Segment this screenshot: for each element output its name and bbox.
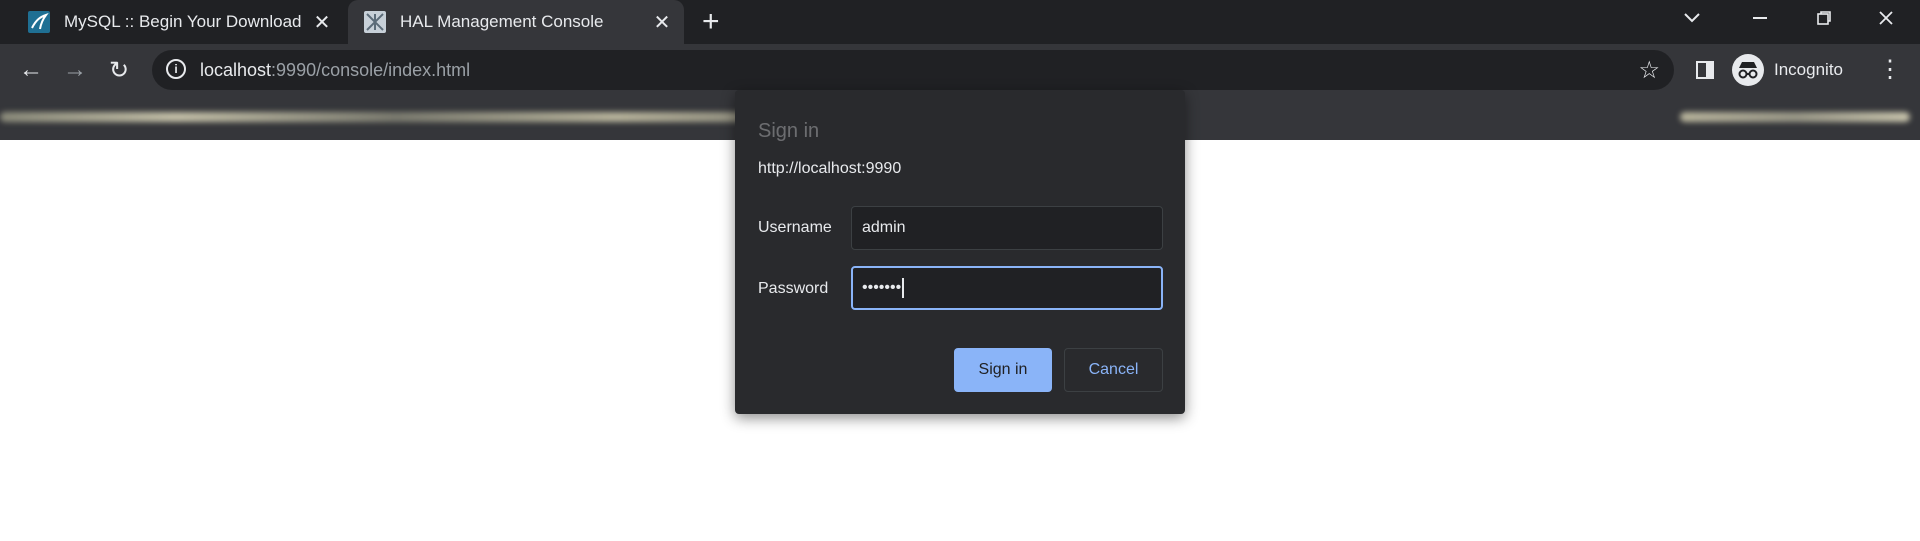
text-caret — [902, 277, 905, 298]
hal-console-icon — [364, 11, 386, 33]
tab-mysql-download[interactable]: MySQL :: Begin Your Download ✕ — [14, 0, 344, 44]
incognito-indicator[interactable]: Incognito — [1732, 48, 1843, 92]
new-tab-button[interactable]: + — [702, 6, 720, 38]
cancel-button[interactable]: Cancel — [1064, 348, 1163, 392]
incognito-icon — [1732, 54, 1764, 86]
address-bar[interactable]: i localhost:9990/console/index.html ☆ — [152, 50, 1674, 90]
browser-toolbar: ← → ↻ i localhost:9990/console/index.htm… — [0, 44, 1920, 96]
url-path: :9990/console/index.html — [271, 60, 471, 80]
close-tab-icon[interactable]: ✕ — [308, 10, 336, 35]
side-panel-icon[interactable] — [1696, 61, 1714, 79]
password-value: ••••••• — [862, 279, 902, 296]
sign-in-dialog: Sign in http://localhost:9990 Username a… — [735, 90, 1185, 414]
tab-hal-console[interactable]: HAL Management Console ✕ — [348, 0, 684, 44]
url-text[interactable]: localhost:9990/console/index.html — [200, 60, 470, 81]
blurred-bookmarks-right — [1680, 112, 1910, 122]
bookmark-star-icon[interactable]: ☆ — [1638, 56, 1660, 85]
username-value: admin — [862, 219, 906, 236]
close-tab-icon[interactable]: ✕ — [648, 10, 676, 35]
username-field[interactable]: admin — [851, 206, 1163, 250]
dialog-title: Sign in — [758, 120, 820, 142]
browser-menu-icon[interactable]: ⋮ — [1878, 56, 1902, 84]
tab-title: MySQL :: Begin Your Download — [64, 12, 302, 31]
username-label: Username — [758, 219, 832, 236]
minimize-icon[interactable] — [1732, 0, 1788, 36]
restore-icon[interactable] — [1796, 0, 1852, 36]
url-host: localhost — [200, 60, 272, 80]
incognito-label: Incognito — [1774, 60, 1843, 79]
tab-title: HAL Management Console — [400, 12, 604, 31]
back-button[interactable]: ← — [14, 53, 48, 87]
forward-button[interactable]: → — [58, 53, 92, 87]
close-window-icon[interactable] — [1858, 0, 1914, 36]
mysql-dolphin-icon — [28, 11, 50, 33]
password-label: Password — [758, 280, 829, 297]
site-info-icon[interactable]: i — [166, 59, 186, 79]
sign-in-button[interactable]: Sign in — [954, 348, 1052, 392]
password-field[interactable]: ••••••• — [851, 266, 1163, 310]
tab-search-dropdown-icon[interactable] — [1664, 0, 1720, 36]
reload-button[interactable]: ↻ — [102, 53, 136, 87]
tab-strip: MySQL :: Begin Your Download ✕ HAL Manag… — [0, 0, 1920, 44]
dialog-origin: http://localhost:9990 — [758, 160, 902, 177]
